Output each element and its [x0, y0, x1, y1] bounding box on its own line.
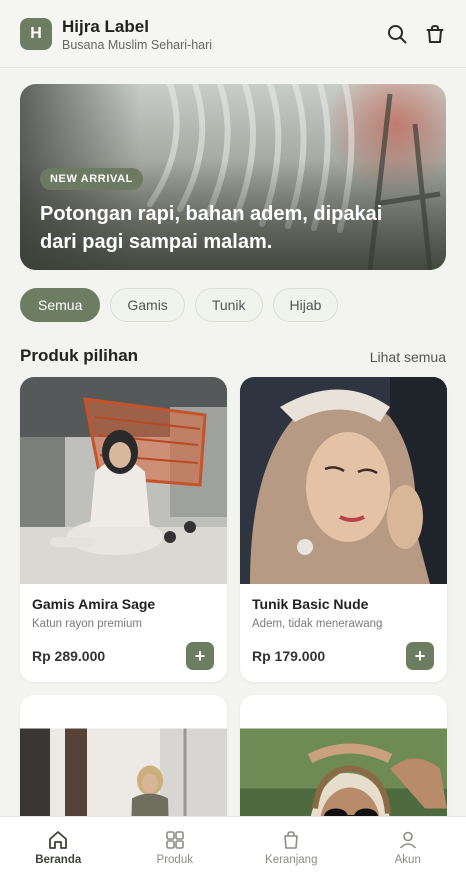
chip-semua[interactable]: Semua [20, 288, 101, 322]
brand-tagline: Busana Muslim Sehari-hari [62, 38, 213, 52]
bottom-nav: Beranda Produk Keranjang Akun [0, 816, 466, 880]
product-price: Rp 179.000 [252, 648, 326, 664]
product-image [20, 728, 227, 835]
nav-label: Keranjang [265, 854, 318, 866]
nav-label: Akun [394, 854, 421, 866]
category-chips: Semua Gamis Tunik Hijab [20, 288, 339, 322]
home-icon [49, 831, 68, 849]
see-all-link[interactable]: Lihat semua [370, 349, 446, 365]
brand-name: Hijra Label [62, 17, 149, 36]
product-card[interactable] [240, 695, 447, 835]
nav-produk[interactable]: Produk [117, 817, 234, 880]
product-card[interactable] [20, 695, 227, 835]
chip-gamis[interactable]: Gamis [110, 288, 185, 322]
nav-label: Produk [156, 854, 193, 866]
product-desc: Adem, tidak menerawang [252, 618, 383, 630]
product-name: Gamis Amira Sage [32, 596, 156, 612]
chip-tunik[interactable]: Tunik [194, 288, 263, 322]
search-icon[interactable] [383, 20, 411, 48]
nav-akun[interactable]: Akun [350, 817, 466, 880]
app-header: H Hijra Label Busana Muslim Sehari-hari [0, 0, 466, 68]
hero-headline: Potongan rapi, bahan adem, dipakai dari … [40, 203, 383, 253]
user-icon [399, 831, 416, 849]
nav-keranjang[interactable]: Keranjang [233, 817, 350, 880]
shopping-bag-icon[interactable] [421, 20, 449, 48]
brand-logo: H [20, 18, 52, 50]
chip-hijab[interactable]: Hijab [272, 288, 339, 322]
shopping-bag-icon [284, 831, 299, 849]
product-price: Rp 289.000 [32, 648, 106, 664]
product-name: Tunik Basic Nude [252, 596, 369, 612]
product-image [240, 728, 447, 835]
product-image [240, 377, 447, 584]
product-desc: Katun rayon premium [32, 618, 142, 630]
product-card[interactable]: Tunik Basic Nude Adem, tidak menerawang … [240, 377, 447, 682]
add-to-cart-button[interactable]: + [186, 642, 214, 670]
nav-label: Beranda [35, 854, 82, 866]
section-title: Produk pilihan [20, 346, 139, 365]
product-image [20, 377, 227, 584]
nav-beranda[interactable]: Beranda [0, 817, 117, 880]
new-arrival-badge: NEW ARRIVAL [40, 168, 143, 190]
hero-banner[interactable]: NEW ARRIVAL Potongan rapi, bahan adem, d… [20, 84, 446, 270]
add-to-cart-button[interactable]: + [406, 642, 434, 670]
product-card[interactable]: Gamis Amira Sage Katun rayon premium Rp … [20, 377, 227, 682]
grid-icon [165, 831, 184, 849]
